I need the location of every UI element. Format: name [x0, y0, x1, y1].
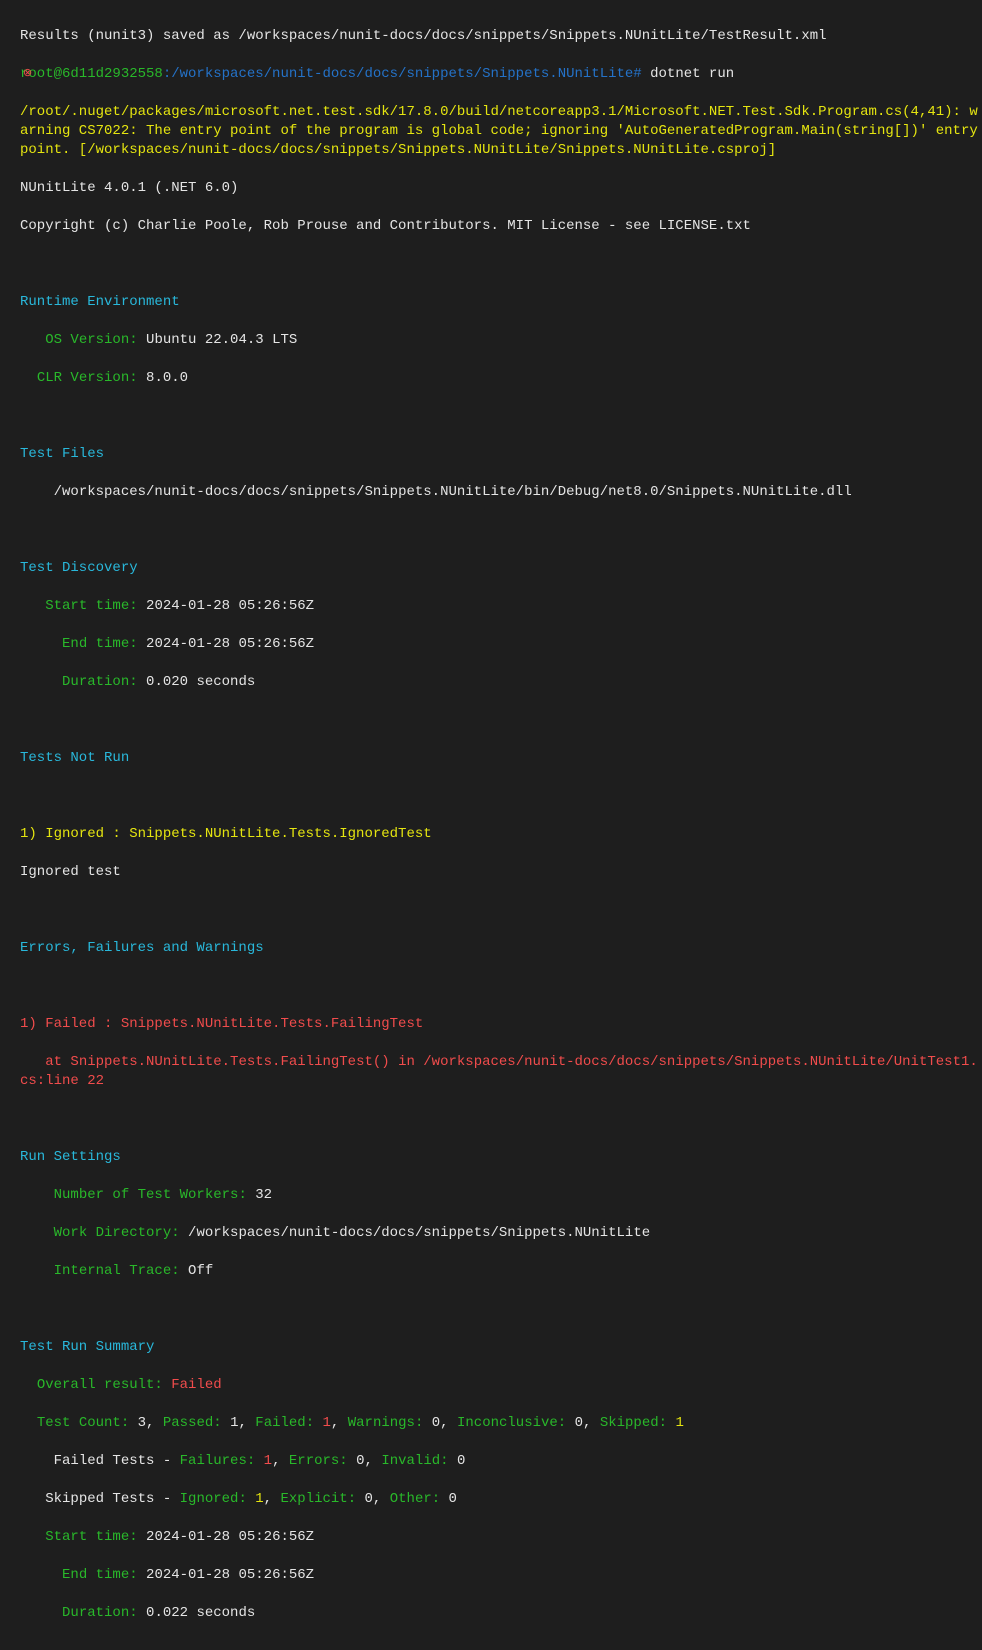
- run-settings-header: Run Settings: [20, 1148, 982, 1167]
- terminal-output[interactable]: Results (nunit3) saved as /workspaces/nu…: [0, 0, 982, 1650]
- command-text: dotnet run: [642, 66, 734, 82]
- runtime-env-header: Runtime Environment: [20, 293, 982, 312]
- workers-line: Number of Test Workers: 32: [20, 1186, 982, 1205]
- workdir-line: Work Directory: /workspaces/nunit-docs/d…: [20, 1224, 982, 1243]
- warning-line: /root/.nuget/packages/microsoft.net.test…: [20, 103, 982, 160]
- results-saved-line: Results (nunit3) saved as /workspaces/nu…: [20, 27, 982, 46]
- failed-test-line: 1) Failed : Snippets.NUnitLite.Tests.Fai…: [20, 1015, 982, 1034]
- overall-result: Overall result: Failed: [20, 1376, 982, 1395]
- test-files-header: Test Files: [20, 445, 982, 464]
- summary-duration: Duration: 0.022 seconds: [20, 1604, 982, 1623]
- nunitlite-version: NUnitLite 4.0.1 (.NET 6.0): [20, 179, 982, 198]
- test-file-path: /workspaces/nunit-docs/docs/snippets/Sni…: [20, 483, 982, 502]
- test-count-line: Test Count: 3, Passed: 1, Failed: 1, War…: [20, 1414, 982, 1433]
- discovery-end: End time: 2024-01-28 05:26:56Z: [20, 635, 982, 654]
- error-gutter-icon: ⊗: [23, 65, 32, 84]
- trace-line: Internal Trace: Off: [20, 1262, 982, 1281]
- prompt-user: root@6d11d2932558: [20, 66, 163, 82]
- copyright-line: Copyright (c) Charlie Poole, Rob Prouse …: [20, 217, 982, 236]
- errors-header: Errors, Failures and Warnings: [20, 939, 982, 958]
- clr-version: CLR Version: 8.0.0: [20, 369, 982, 388]
- discovery-duration: Duration: 0.020 seconds: [20, 673, 982, 692]
- discovery-start: Start time: 2024-01-28 05:26:56Z: [20, 597, 982, 616]
- summary-end: End time: 2024-01-28 05:26:56Z: [20, 1566, 982, 1585]
- test-discovery-header: Test Discovery: [20, 559, 982, 578]
- prompt-path: :/workspaces/nunit-docs/docs/snippets/Sn…: [163, 66, 642, 82]
- ignored-test-msg: Ignored test: [20, 863, 982, 882]
- os-version: OS Version: Ubuntu 22.04.3 LTS: [20, 331, 982, 350]
- skipped-tests-breakdown: Skipped Tests - Ignored: 1, Explicit: 0,…: [20, 1490, 982, 1509]
- ignored-test-line: 1) Ignored : Snippets.NUnitLite.Tests.Ig…: [20, 825, 982, 844]
- summary-header: Test Run Summary: [20, 1338, 982, 1357]
- tests-not-run-header: Tests Not Run: [20, 749, 982, 768]
- prompt-line: ⊗root@6d11d2932558:/workspaces/nunit-doc…: [20, 65, 982, 84]
- summary-start: Start time: 2024-01-28 05:26:56Z: [20, 1528, 982, 1547]
- failed-test-stack: at Snippets.NUnitLite.Tests.FailingTest(…: [20, 1053, 982, 1091]
- failed-tests-breakdown: Failed Tests - Failures: 1, Errors: 0, I…: [20, 1452, 982, 1471]
